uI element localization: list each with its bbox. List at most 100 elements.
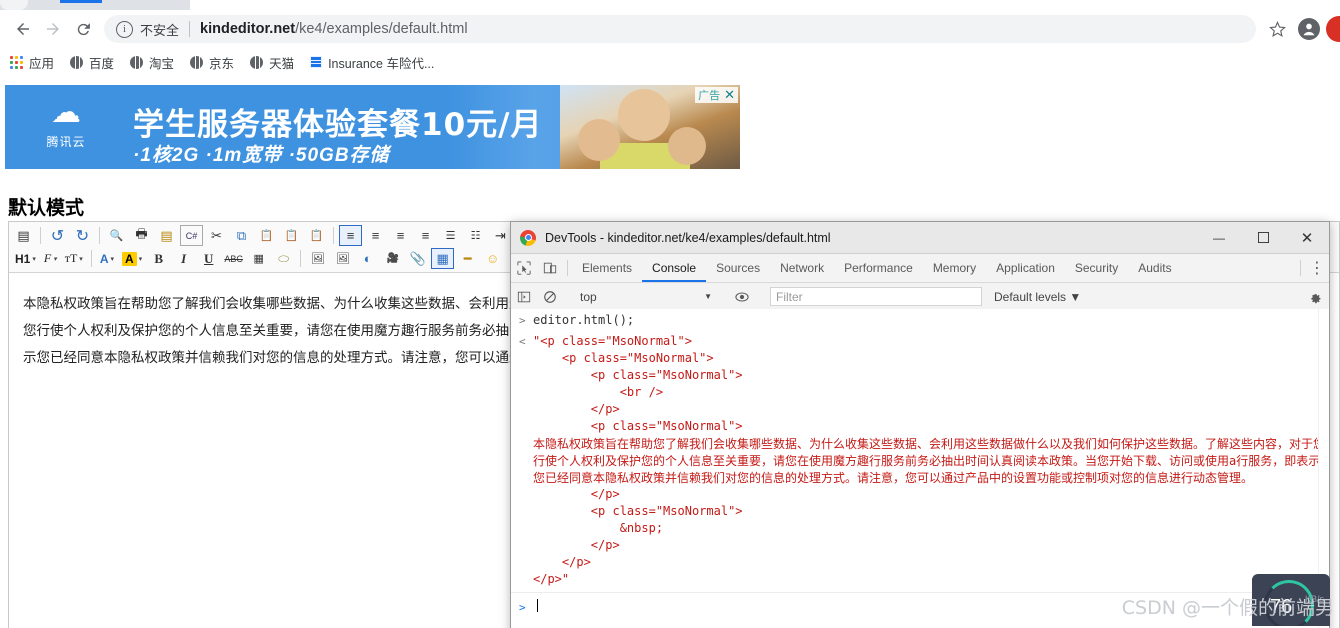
tab-performance[interactable]: Performance	[834, 254, 923, 282]
strikethrough-button[interactable]: ABC	[222, 248, 245, 269]
more-options-icon[interactable]: ⋮	[1305, 254, 1329, 282]
underline-button[interactable]: U	[197, 248, 220, 269]
ad-subline: ·1核2G ·1m宽带 ·50GB存储	[133, 140, 390, 167]
chevron-down-icon: ▼	[704, 292, 712, 301]
active-tab-area[interactable]	[190, 0, 1340, 10]
align-left-button[interactable]: ≡	[339, 225, 362, 246]
unordered-list-button[interactable]: ☷	[464, 225, 487, 246]
bookmark-item-baidu[interactable]: 百度	[70, 53, 114, 72]
text-color-select[interactable]: A▾	[98, 248, 116, 269]
live-expression-icon[interactable]	[729, 290, 755, 304]
toolbar-separator	[99, 227, 100, 244]
advertisement-banner[interactable]: ☁ 腾讯云 学生服务器体验套餐10元/月 ·1核2G ·1m宽带 ·50GB存储…	[5, 85, 740, 169]
inspect-element-icon[interactable]	[511, 254, 537, 282]
tab-sources[interactable]: Sources	[706, 254, 770, 282]
copy-button[interactable]: ⧉	[230, 225, 253, 246]
ordered-list-button[interactable]: ☰	[439, 225, 462, 246]
prompt-marker: >	[519, 599, 533, 616]
close-button[interactable]: ✕	[1285, 222, 1329, 253]
tab-memory[interactable]: Memory	[923, 254, 986, 282]
print-button[interactable]: 🖶	[130, 225, 153, 246]
eraser-button[interactable]: ⬭	[272, 248, 295, 269]
tab-security[interactable]: Security	[1065, 254, 1128, 282]
tab-elements[interactable]: Elements	[572, 254, 642, 282]
settings-gear-icon[interactable]	[1301, 290, 1329, 304]
text-caret	[537, 599, 538, 612]
clear-console-icon[interactable]	[537, 290, 563, 304]
bookmark-label: Insurance 车险代...	[328, 53, 434, 72]
align-right-button[interactable]: ≡	[389, 225, 412, 246]
bookmark-item-apps[interactable]: 应用	[10, 53, 54, 72]
bookmark-label: 应用	[29, 53, 54, 72]
bookmark-item-insurance[interactable]: Insurance 车险代...	[310, 53, 434, 72]
reload-icon[interactable]	[68, 14, 98, 44]
back-arrow-icon[interactable]	[8, 14, 38, 44]
italic-button[interactable]: I	[172, 248, 195, 269]
execution-context-select[interactable]: top ▼	[572, 290, 720, 304]
undo-button[interactable]: ↺	[46, 225, 69, 246]
paste-word-button[interactable]: 📋	[305, 225, 328, 246]
console-sidebar-icon[interactable]	[511, 290, 537, 304]
heading-select[interactable]: H1▾	[13, 248, 38, 269]
redo-button[interactable]: ↻	[71, 225, 94, 246]
paste-button[interactable]: 📋	[255, 225, 278, 246]
address-bar[interactable]: i 不安全 kindeditor.net/ke4/examples/defaul…	[104, 15, 1256, 43]
console-result-paragraph-wrap: 本隐私权政策旨在帮助您了解我们会收集哪些数据、为什么收集这些数据、会利用这些数据…	[511, 435, 1329, 486]
highlight-color-select[interactable]: A▾	[120, 248, 144, 269]
paste-text-button[interactable]: 📋	[280, 225, 303, 246]
font-family-select[interactable]: F▾	[42, 248, 59, 269]
remove-format-button[interactable]: ▦	[247, 248, 270, 269]
align-justify-button[interactable]: ≡	[414, 225, 437, 246]
filter-input[interactable]: Filter	[770, 287, 982, 306]
flash-button[interactable]: ◐	[356, 248, 379, 269]
tab-audits[interactable]: Audits	[1128, 254, 1181, 282]
ad-label: 广告	[696, 87, 722, 103]
console-result-line: < "<p class="MsoNormal"> <p class="MsoNo…	[511, 333, 1329, 435]
code-button[interactable]: C#	[180, 225, 203, 246]
console-output-panel[interactable]: > editor.html(); < "<p class="MsoNormal"…	[511, 309, 1329, 628]
maximize-button[interactable]	[1241, 222, 1285, 253]
bookmark-item-jd[interactable]: 京东	[190, 53, 234, 72]
multi-image-button[interactable]: 🖼	[331, 248, 354, 269]
preview-button[interactable]: 🔍	[105, 225, 128, 246]
tab-console[interactable]: Console	[642, 254, 706, 282]
hr-button[interactable]: ━	[456, 248, 479, 269]
forward-arrow-icon[interactable]	[38, 14, 68, 44]
source-button[interactable]: ▤	[12, 225, 35, 246]
output-marker: <	[519, 333, 533, 435]
bookmarks-bar: 应用 百度 淘宝 京东 天猫 Insurance 车险代...	[0, 48, 1340, 76]
table-button[interactable]: ▦	[431, 248, 454, 269]
console-result-head: "<p class="MsoNormal"> <p class="MsoNorm…	[533, 333, 743, 435]
bookmark-star-icon[interactable]	[1262, 14, 1292, 44]
log-levels-value: Default levels	[994, 290, 1066, 304]
url-text: kindeditor.net/ke4/examples/default.html	[200, 21, 468, 37]
tab-network[interactable]: Network	[770, 254, 834, 282]
close-icon[interactable]: ✕	[722, 87, 737, 103]
site-info-icon[interactable]: i	[116, 21, 133, 38]
device-toolbar-icon[interactable]	[537, 254, 563, 282]
align-center-button[interactable]: ≡	[364, 225, 387, 246]
devtools-title-bar[interactable]: DevTools - kindeditor.net/ke4/examples/d…	[511, 222, 1329, 254]
cloud-icon: ☁	[35, 97, 97, 129]
bookmark-item-tmall[interactable]: 天猫	[250, 53, 294, 72]
media-button[interactable]: 🎥	[381, 248, 404, 269]
emoticon-button[interactable]: ☺	[481, 248, 504, 269]
browser-window: i 不安全 kindeditor.net/ke4/examples/defaul…	[0, 0, 1340, 628]
bold-button[interactable]: B	[147, 248, 170, 269]
template-button[interactable]: ▤	[155, 225, 178, 246]
log-levels-select[interactable]: Default levels ▼	[994, 290, 1081, 304]
font-size-select[interactable]: тT▾	[63, 248, 85, 269]
extension-badge[interactable]	[1326, 16, 1340, 42]
result-tail-spacer	[519, 486, 533, 588]
profile-avatar[interactable]	[1298, 18, 1320, 40]
attachment-button[interactable]: 📎	[406, 248, 429, 269]
tab-application[interactable]: Application	[986, 254, 1065, 282]
indent-button[interactable]: ⇥	[489, 225, 512, 246]
cut-button[interactable]: ✂	[205, 225, 228, 246]
tab-left-edge[interactable]	[0, 0, 28, 10]
ad-close-control[interactable]: 广告 ✕	[695, 87, 738, 103]
minimize-button[interactable]: —	[1197, 222, 1241, 253]
insert-image-button[interactable]: 🖼	[306, 248, 329, 269]
bookmark-item-taobao[interactable]: 淘宝	[130, 53, 174, 72]
toolbar-separator	[40, 227, 41, 244]
